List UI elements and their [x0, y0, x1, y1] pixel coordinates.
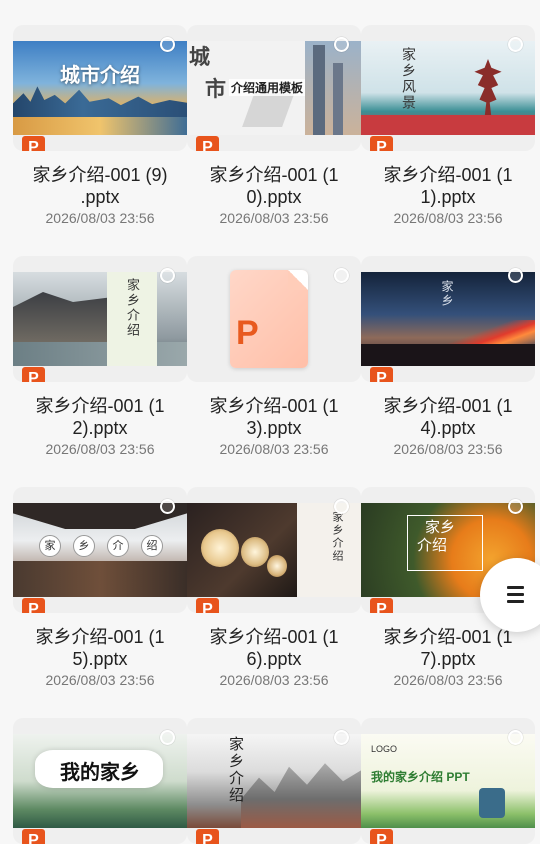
thumbnail-title: 介 [107, 535, 129, 557]
file-thumbnail[interactable]: LOGO 我的家乡介绍 PPT P [361, 718, 535, 844]
pptx-file-icon: P [22, 367, 45, 382]
thumbnail-title: 家乡 [440, 280, 454, 308]
thumbnail-title: 城市介绍 [60, 65, 140, 87]
file-date: 2026/08/03 23:56 [45, 210, 155, 226]
file-date: 2026/08/03 23:56 [45, 672, 155, 688]
select-radio[interactable] [334, 268, 349, 283]
file-thumbnail[interactable]: 家乡介绍 P [13, 256, 187, 382]
select-radio[interactable] [508, 268, 523, 283]
pptx-file-icon: P [196, 598, 219, 613]
select-radio[interactable] [160, 499, 175, 514]
file-thumbnail[interactable]: 城市介绍 P [13, 25, 187, 151]
thumbnail-title: 家乡介绍 [125, 278, 140, 338]
pptx-file-icon: P [22, 598, 45, 613]
file-thumbnail[interactable]: 城 市 介绍通用模板 P [187, 25, 361, 151]
select-radio[interactable] [334, 730, 349, 745]
thumbnail-title: 家乡 介绍 [417, 519, 456, 554]
file-thumbnail[interactable]: P [187, 256, 361, 382]
file-name: 家乡介绍-001 (1 7).pptx [383, 627, 513, 669]
thumbnail-logo: LOGO [371, 744, 398, 754]
thumbnail-title: 城 [189, 46, 210, 69]
file-date: 2026/08/03 23:56 [393, 672, 503, 688]
file-thumbnail[interactable]: 家乡 P [361, 256, 535, 382]
pptx-file-icon: P [370, 367, 393, 382]
thumbnail-title: 我的家乡 [60, 762, 140, 784]
pptx-file-icon: P [370, 598, 393, 613]
thumbnail-title: 家乡介绍 [331, 511, 343, 563]
thumbnail-title: 绍 [141, 535, 163, 557]
select-radio[interactable] [508, 37, 523, 52]
file-thumbnail[interactable]: 家乡风景 P [361, 25, 535, 151]
pptx-file-icon: P [196, 136, 219, 151]
file-date: 2026/08/03 23:56 [219, 210, 329, 226]
select-radio[interactable] [508, 730, 523, 745]
select-radio[interactable] [160, 730, 175, 745]
file-date: 2026/08/03 23:56 [393, 210, 503, 226]
file-thumbnail[interactable]: 家乡介绍 P [187, 487, 361, 613]
thumbnail-subtitle: 介绍通用模板 [229, 79, 306, 96]
ppt-placeholder-icon: P [230, 270, 308, 368]
thumbnail-title: 我的家乡介绍 PPT [371, 770, 470, 784]
file-date: 2026/08/03 23:56 [219, 441, 329, 457]
select-radio[interactable] [160, 37, 175, 52]
pptx-file-icon: P [370, 136, 393, 151]
file-date: 2026/08/03 23:56 [219, 672, 329, 688]
file-name: 家乡介绍-001 (1 1).pptx [383, 165, 513, 207]
file-name: 家乡介绍-001 (1 0).pptx [209, 165, 339, 207]
thumbnail-title: 乡 [73, 535, 95, 557]
select-radio[interactable] [334, 37, 349, 52]
select-radio[interactable] [334, 499, 349, 514]
file-name: 家乡介绍-001 (1 5).pptx [35, 627, 165, 669]
file-name: 家乡介绍-001 (1 3).pptx [209, 396, 339, 438]
file-thumbnail[interactable]: 我的家乡 P [13, 718, 187, 844]
thumbnail-title: 家乡风景 [401, 47, 417, 111]
file-name: 家乡介绍-001 (1 6).pptx [209, 627, 339, 669]
select-radio[interactable] [160, 268, 175, 283]
thumbnail-title: 家 [39, 535, 61, 557]
pptx-file-icon: P [22, 136, 45, 151]
select-radio[interactable] [508, 499, 523, 514]
file-thumbnail[interactable]: 家乡介绍 P [187, 718, 361, 844]
file-name: 家乡介绍-001 (9) .pptx [32, 165, 168, 207]
file-date: 2026/08/03 23:56 [45, 441, 155, 457]
file-date: 2026/08/03 23:56 [393, 441, 503, 457]
file-name: 家乡介绍-001 (1 4).pptx [383, 396, 513, 438]
file-thumbnail[interactable]: 家 乡 介 绍 P [13, 487, 187, 613]
thumbnail-title: 市 [205, 78, 226, 101]
menu-fab-button[interactable] [480, 558, 540, 632]
file-name: 家乡介绍-001 (1 2).pptx [35, 396, 165, 438]
thumbnail-title: 家乡介绍 [227, 736, 244, 804]
